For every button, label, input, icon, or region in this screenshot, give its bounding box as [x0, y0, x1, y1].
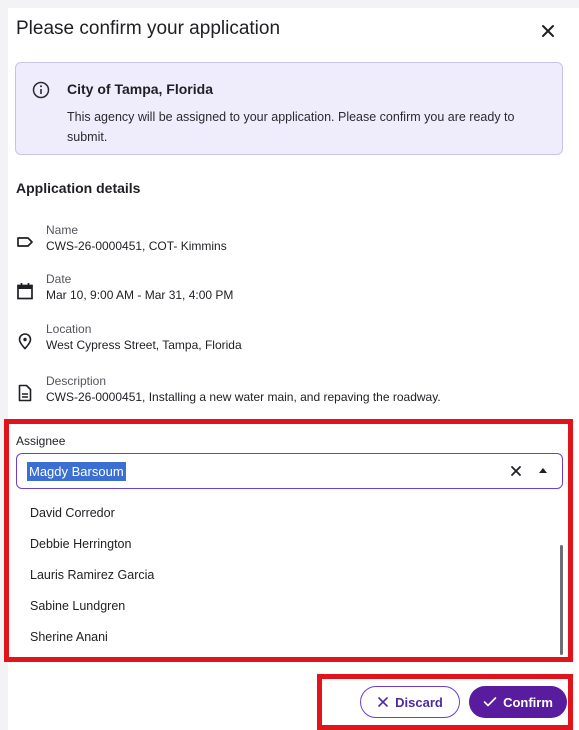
location-pin-icon: [18, 333, 32, 350]
assignee-selected-value[interactable]: Magdy Barsoum: [27, 462, 126, 481]
dialog-header: Please confirm your application: [16, 18, 563, 48]
agency-info-text: This agency will be assigned to your app…: [67, 110, 515, 144]
discard-label: Discard: [395, 694, 443, 710]
dropdown-option[interactable]: Lauris Ramirez Garcia: [30, 568, 154, 582]
agency-info-banner: City of Tampa, Florida This agency will …: [15, 62, 563, 155]
document-icon: [18, 384, 32, 402]
detail-label: Description: [46, 374, 107, 388]
detail-description: Description CWS-26-0000451, Installing a…: [16, 374, 556, 414]
clear-icon[interactable]: [508, 463, 524, 479]
agency-name: City of Tampa, Florida: [67, 81, 213, 97]
confirm-button[interactable]: Confirm: [469, 686, 567, 718]
assignee-label: Assignee: [16, 434, 66, 448]
dropdown-option[interactable]: Debbie Herrington: [30, 537, 131, 551]
discard-button[interactable]: Discard: [360, 686, 460, 718]
assignee-dropdown: David Corredor Debbie Herrington Lauris …: [16, 493, 563, 656]
detail-label: Name: [46, 223, 79, 237]
detail-location: Location West Cypress Street, Tampa, Flo…: [16, 322, 556, 362]
dropdown-option[interactable]: David Corredor: [30, 506, 115, 520]
close-icon: [378, 697, 388, 707]
details-heading: Application details: [16, 180, 141, 196]
detail-name: Name CWS-26-0000451, COT- Kimmins: [16, 223, 556, 263]
caret-up-icon[interactable]: [538, 466, 548, 474]
dropdown-option[interactable]: Sabine Lundgren: [30, 599, 125, 613]
detail-label: Location: [46, 322, 92, 336]
tag-icon: [17, 237, 33, 247]
dialog-title: Please confirm your application: [16, 18, 281, 39]
assignee-select[interactable]: Magdy Barsoum: [16, 453, 563, 489]
calendar-icon: [17, 283, 33, 300]
check-icon: [483, 697, 497, 707]
close-button[interactable]: [537, 20, 559, 42]
detail-label: Date: [46, 272, 72, 286]
detail-date: Date Mar 10, 9:00 AM - Mar 31, 4:00 PM: [16, 272, 556, 312]
dropdown-scrollbar[interactable]: [560, 545, 563, 655]
close-icon: [542, 25, 554, 37]
info-circle-icon: [32, 81, 50, 99]
confirm-label: Confirm: [503, 694, 553, 710]
detail-value: West Cypress Street, Tampa, Florida: [46, 338, 242, 352]
detail-value: CWS-26-0000451, COT- Kimmins: [46, 239, 227, 253]
detail-value: CWS-26-0000451, Installing a new water m…: [46, 390, 441, 404]
detail-value: Mar 10, 9:00 AM - Mar 31, 4:00 PM: [46, 288, 234, 302]
dropdown-option[interactable]: Sherine Anani: [30, 630, 108, 644]
